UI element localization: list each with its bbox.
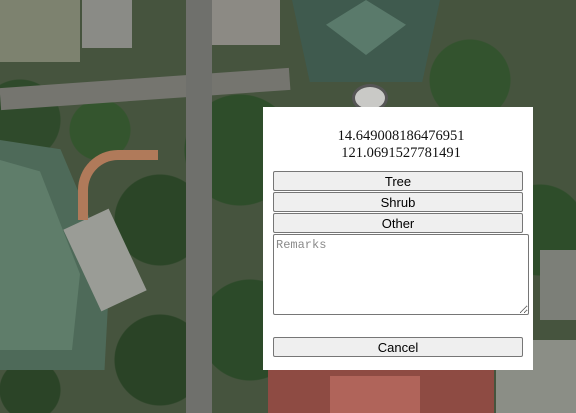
map-parking-lot xyxy=(210,0,280,45)
coordinates: 14.649008186476951 121.0691527781491 xyxy=(273,128,529,162)
map-building-roof xyxy=(330,376,420,413)
map-building xyxy=(0,0,80,62)
cancel-button[interactable]: Cancel xyxy=(273,337,523,357)
map-road xyxy=(186,0,212,413)
map-building xyxy=(82,0,132,48)
tree-button[interactable]: Tree xyxy=(273,171,523,191)
map-building xyxy=(540,250,576,320)
other-button[interactable]: Other xyxy=(273,213,523,233)
longitude-text: 121.0691527781491 xyxy=(341,145,461,161)
shrub-button[interactable]: Shrub xyxy=(273,192,523,212)
remarks-input[interactable] xyxy=(273,234,529,315)
latitude-text: 14.649008186476951 xyxy=(337,128,465,144)
map-road xyxy=(0,67,291,111)
map-walkway xyxy=(78,150,158,220)
classification-popup: 14.649008186476951 121.0691527781491 Tre… xyxy=(263,107,533,370)
